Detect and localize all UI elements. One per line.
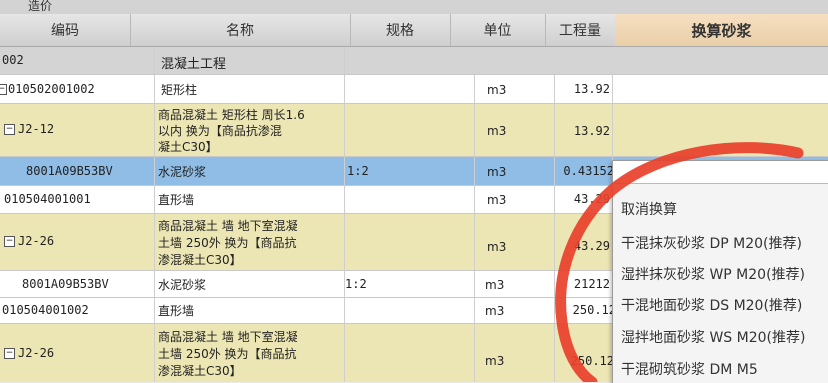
dropdown-option[interactable]: 干混地面砂浆 DS M20(推荐) <box>621 295 802 315</box>
row-code: J2-26 <box>18 234 55 248</box>
col-header-qty[interactable]: 工程量 <box>545 14 616 46</box>
row-unit: m3 <box>485 354 505 368</box>
row-code: 010502001002 <box>8 82 95 96</box>
row-name-line3: 凝土C30】 <box>158 140 218 154</box>
dropdown-option[interactable]: 湿拌地面砂浆 WS M20(推荐) <box>621 327 805 347</box>
row-name: 矩形柱 <box>161 83 198 97</box>
row-spec: 1:2 <box>347 164 369 178</box>
row-qty: 250.12 <box>570 354 613 368</box>
row-code: J2-26 <box>18 346 55 360</box>
col-header-spec[interactable]: 规格 <box>350 14 451 46</box>
row-name-line1: 商品混凝土 墙 地下室混凝 <box>158 330 298 344</box>
row-name-line1: 商品混凝土 矩形柱 周长1.6 <box>158 108 305 122</box>
row-name: 水泥砂浆 <box>158 165 207 179</box>
row-code: 010504001001 <box>4 192 91 206</box>
row-qty: 13.92 <box>573 82 610 96</box>
row-name: 混凝土工程 <box>161 57 227 72</box>
row-code: 010504001002 <box>2 303 89 317</box>
row-qty: 21212 <box>573 277 610 291</box>
row-code: 8001A09B53BV <box>22 277 109 291</box>
row-name-line3: 渗混凝土C30】 <box>158 253 242 267</box>
row-name-line3: 渗混凝土C30】 <box>158 364 242 378</box>
row-qty: 43.29 <box>573 239 610 253</box>
row-unit: m3 <box>487 83 507 97</box>
row-code: 8001A09B53BV <box>26 164 113 178</box>
row-unit: m3 <box>487 240 507 254</box>
dropdown-option[interactable]: 干混抹灰砂浆 DP M20(推荐) <box>621 233 802 253</box>
row-unit: m3 <box>487 124 507 138</box>
row-spec: 1:2 <box>345 277 367 291</box>
title-strip: 造价 <box>0 0 828 15</box>
dropdown-option[interactable]: 干混砌筑砂浆 DM M5 <box>621 359 758 379</box>
table-header: 编码 名称 规格 单位 工程量 换算砂浆 <box>0 14 828 47</box>
table-row[interactable]: 002 混凝土工程 <box>0 47 828 75</box>
table-row[interactable]: − 010502001002 矩形柱 m3 13.92 <box>0 75 828 104</box>
row-qty: 250.12 <box>572 303 613 317</box>
table-row[interactable]: − J2-12 商品混凝土 矩形柱 周长1.6 以内 换为【商品抗渗混 凝土C3… <box>0 104 828 157</box>
row-name: 直形墙 <box>158 304 195 318</box>
col-header-code[interactable]: 编码 <box>0 14 131 46</box>
row-unit: m3 <box>487 193 507 207</box>
row-name-line2: 土墙 250外 换为【商品抗 <box>158 347 297 361</box>
row-name: 直形墙 <box>158 193 195 207</box>
row-name-line2: 土墙 250外 换为【商品抗 <box>158 236 297 250</box>
col-header-name[interactable]: 名称 <box>130 14 351 46</box>
dropdown-option-cancel[interactable]: 取消换算 <box>621 199 677 219</box>
mortar-conversion-dropdown[interactable]: 取消换算 干混抹灰砂浆 DP M20(推荐) 湿拌抹灰砂浆 WP M20(推荐)… <box>612 160 828 383</box>
row-name-line2: 以内 换为【商品抗渗混 <box>158 124 282 138</box>
col-header-unit[interactable]: 单位 <box>450 14 546 46</box>
row-qty: 0.43152 <box>563 164 613 178</box>
row-unit: m3 <box>485 278 505 292</box>
row-code: J2-12 <box>18 122 55 136</box>
row-qty: 43.29 <box>573 192 610 206</box>
row-code: 002 <box>2 53 24 67</box>
window-title: 造价 <box>28 0 53 13</box>
col-header-convert[interactable]: 换算砂浆 <box>615 14 828 46</box>
row-name: 水泥砂浆 <box>158 278 207 292</box>
row-qty: 13.92 <box>573 124 610 138</box>
row-unit: m3 <box>485 304 505 318</box>
row-name-line1: 商品混凝土 墙 地下室混凝 <box>158 219 298 233</box>
dropdown-option[interactable]: 湿拌抹灰砂浆 WP M20(推荐) <box>621 264 805 284</box>
row-unit: m3 <box>487 165 507 179</box>
conversion-input[interactable] <box>613 161 828 184</box>
